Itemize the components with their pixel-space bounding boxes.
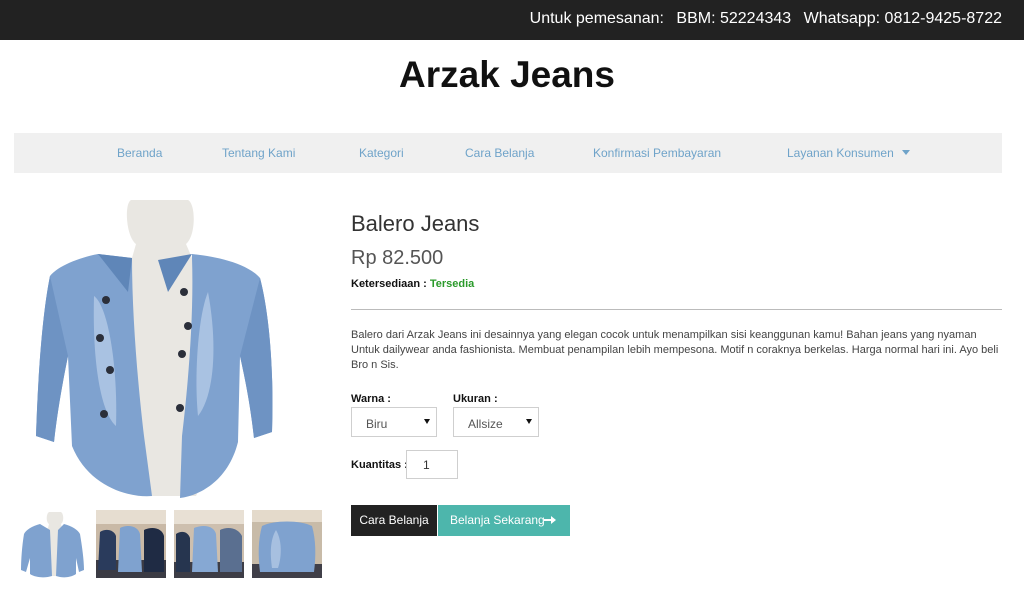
main-navigation: Beranda Tentang Kami Kategori Cara Belan… — [14, 133, 1002, 173]
cara-belanja-button[interactable]: Cara Belanja — [351, 505, 437, 536]
availability-label: Ketersediaan : — [351, 278, 427, 290]
order-contact-info: Untuk pemesanan: BBM: 52224343 Whatsapp:… — [530, 10, 1002, 28]
nav-item-cara-belanja[interactable]: Cara Belanja — [465, 146, 534, 160]
quantity-input[interactable] — [406, 450, 458, 479]
nav-item-label: Layanan Konsumen — [787, 146, 894, 160]
nav-item-tentang-kami[interactable]: Tentang Kami — [222, 146, 295, 160]
size-select-value: Allsize — [468, 417, 503, 431]
caret-down-icon — [424, 419, 430, 424]
size-label: Ukuran : — [453, 393, 498, 405]
order-label: Untuk pemesanan: — [529, 10, 664, 27]
color-label: Warna : — [351, 393, 391, 405]
divider — [351, 309, 1002, 310]
product-thumbnail-1[interactable] — [18, 510, 88, 578]
size-select[interactable]: Allsize — [453, 407, 539, 437]
belanja-sekarang-button[interactable]: Belanja Sekarang — [438, 505, 570, 536]
arrow-right-icon — [544, 516, 556, 524]
topbar: Untuk pemesanan: BBM: 52224343 Whatsapp:… — [0, 0, 1024, 40]
nav-item-konfirmasi-pembayaran[interactable]: Konfirmasi Pembayaran — [593, 146, 721, 160]
whatsapp-contact: Whatsapp: 0812-9425-8722 — [803, 10, 1002, 27]
availability-status: Tersedia — [429, 278, 475, 290]
nav-item-layanan-konsumen[interactable]: Layanan Konsumen — [787, 146, 910, 160]
availability-row: Ketersediaan : Tersedia — [351, 278, 474, 290]
belanja-sekarang-label: Belanja Sekarang — [450, 513, 545, 527]
product-thumbnail-2[interactable] — [96, 510, 166, 578]
site-title[interactable]: Arzak Jeans — [0, 54, 1014, 96]
color-select-value: Biru — [366, 417, 388, 431]
product-thumbnail-3[interactable] — [174, 510, 244, 578]
nav-item-beranda[interactable]: Beranda — [117, 146, 162, 160]
product-title: Balero Jeans — [351, 211, 480, 236]
quantity-label: Kuantitas : — [351, 459, 408, 471]
caret-down-icon — [526, 419, 532, 424]
product-price: Rp 82.500 — [351, 247, 444, 269]
product-description: Balero dari Arzak Jeans ini desainnya ya… — [351, 329, 999, 371]
bbm-contact: BBM: 52224343 — [676, 10, 792, 27]
product-thumbnail-4[interactable] — [252, 510, 322, 578]
nav-item-kategori[interactable]: Kategori — [359, 146, 404, 160]
color-select[interactable]: Biru — [351, 407, 437, 437]
caret-down-icon — [901, 150, 910, 155]
product-main-image[interactable] — [28, 196, 280, 502]
